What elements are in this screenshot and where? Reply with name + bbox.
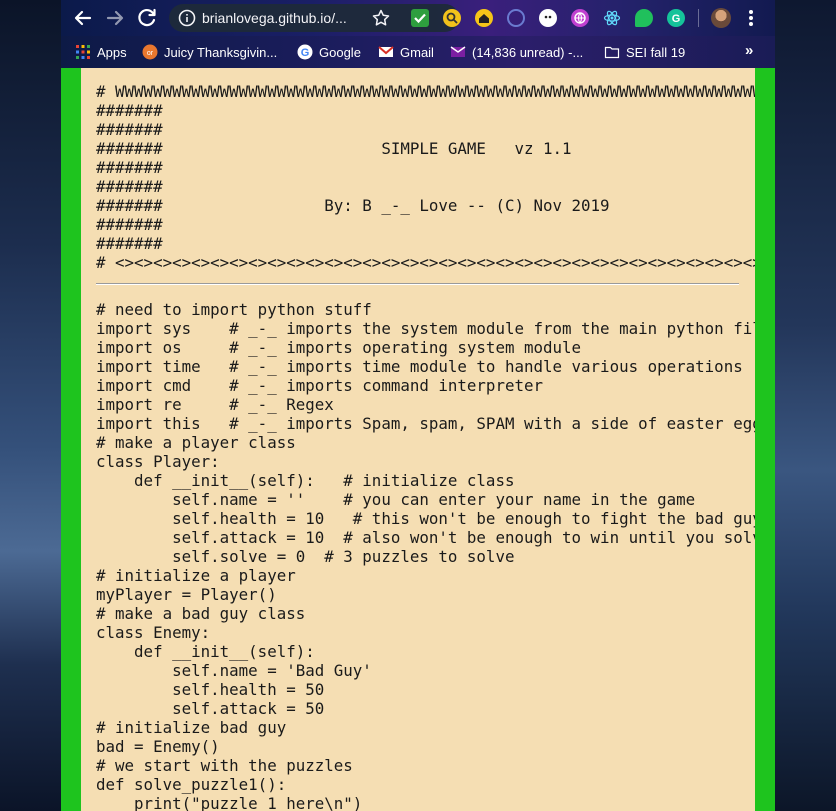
banner-line: ####### <box>96 215 163 234</box>
code-line: # need to import python stuff <box>96 300 372 319</box>
magnifier-extension-icon[interactable] <box>443 9 461 27</box>
ghost-extension-icon[interactable] <box>539 9 557 27</box>
horizontal-divider <box>96 283 739 285</box>
forward-arrow-icon <box>106 10 124 26</box>
profile-avatar-icon[interactable] <box>711 8 731 28</box>
yahoo-mail-icon <box>450 46 466 57</box>
site-info-icon[interactable] <box>177 8 197 28</box>
folder-icon <box>604 46 620 59</box>
code-line: def __init__(self): # initialize class <box>96 471 515 490</box>
desktop-wallpaper-right <box>775 0 836 811</box>
gmail-icon <box>378 46 394 57</box>
code-line: # initialize a player <box>96 566 296 585</box>
back-arrow-icon <box>74 10 92 26</box>
bookmark-folder-sei-fall-19[interactable]: SEI fall 19 <box>604 42 685 62</box>
bookmark-label: Juicy Thanksgivin... <box>164 44 278 60</box>
banner-line: ####### <box>96 177 163 196</box>
bookmark-label: Gmail <box>400 44 434 60</box>
bookmark-label: Apps <box>97 44 127 60</box>
code-line: import cmd # _-_ imports command interpr… <box>96 376 543 395</box>
code-line: self.solve = 0 # 3 puzzles to solve <box>96 547 515 566</box>
svg-text:G: G <box>672 13 681 25</box>
code-line: class Player: <box>96 452 220 471</box>
bookmark-label: (14,836 unread) -... <box>472 44 584 60</box>
web-extension-icon[interactable] <box>571 9 589 27</box>
browser-menu-icon[interactable] <box>745 7 757 29</box>
reload-button[interactable] <box>135 6 159 30</box>
code-line: import time # _-_ imports time module to… <box>96 357 755 376</box>
google-icon: G <box>297 44 313 60</box>
bookmark-star-icon[interactable] <box>371 8 391 28</box>
bookmarks-overflow-chevron-icon[interactable]: » <box>745 42 753 59</box>
code-line: # we start with the puzzles <box>96 756 353 775</box>
bookmark-yahoo-mail[interactable]: (14,836 unread) -... <box>450 42 583 62</box>
browser-toolbar: brianlovega.github.io/... G <box>61 0 775 36</box>
banner-line: ####### <box>96 158 163 177</box>
bookmark-apps[interactable]: Apps <box>75 42 127 62</box>
code-panel: # WWWWWWWWWWWWWWWWWWWWWWWWWWWWWWWWWWWWWW… <box>81 68 755 811</box>
forward-button[interactable] <box>103 6 127 30</box>
bookmarks-bar: Apps or Juicy Thanksgivin... G Google Gm… <box>61 36 775 68</box>
code-line: # make a bad guy class <box>96 604 306 623</box>
home-extension-icon[interactable] <box>475 9 493 27</box>
source-code: # need to import python stuff import sys… <box>96 300 755 811</box>
code-line: print("puzzle 1 here\n") <box>96 794 363 811</box>
banner-line: ####### <box>96 101 163 120</box>
bookmark-label: Google <box>319 44 361 60</box>
banner-line: ####### By: B _-_ Love -- (C) Nov 2019 <box>96 196 610 215</box>
code-line: self.name = '' # you can enter your name… <box>96 490 696 509</box>
apps-grid-icon <box>76 45 90 59</box>
back-button[interactable] <box>71 6 95 30</box>
checkmark-extension-icon[interactable] <box>411 9 429 27</box>
code-line: self.name = 'Bad Guy' <box>96 661 372 680</box>
code-line: import sys # _-_ imports the system modu… <box>96 319 755 338</box>
orange-circle-icon: or <box>142 44 158 60</box>
code-line: self.health = 50 <box>96 680 325 699</box>
code-line: # initialize bad guy <box>96 718 287 737</box>
code-line: myPlayer = Player() <box>96 585 277 604</box>
code-line: # make a player class <box>96 433 296 452</box>
bookmark-juicy-thanksgiving[interactable]: or Juicy Thanksgivin... <box>142 42 277 62</box>
github-extension-icon[interactable] <box>507 9 525 27</box>
code-line: import re # _-_ Regex <box>96 395 334 414</box>
code-line: self.health = 10 # this won't be enough … <box>96 509 755 528</box>
banner-line: ####### <box>96 120 163 139</box>
reload-icon <box>138 8 156 27</box>
title-banner: # WWWWWWWWWWWWWWWWWWWWWWWWWWWWWWWWWWWWWW… <box>96 82 755 272</box>
web-page: # WWWWWWWWWWWWWWWWWWWWWWWWWWWWWWWWWWWWWW… <box>61 68 775 811</box>
code-line: class Enemy: <box>96 623 211 642</box>
code-line: import os # _-_ imports operating system… <box>96 338 582 357</box>
code-line: import this # _-_ imports Spam, spam, SP… <box>96 414 755 433</box>
banner-line: ####### SIMPLE GAME vz 1.1 <box>96 139 572 158</box>
code-line: bad = Enemy() <box>96 737 220 756</box>
bookmark-gmail[interactable]: Gmail <box>378 42 434 62</box>
react-devtools-icon[interactable] <box>603 9 621 27</box>
url-text: brianlovega.github.io/... <box>202 10 347 26</box>
code-line: def solve_puzzle1(): <box>96 775 287 794</box>
toolbar-separator <box>698 9 699 27</box>
code-line: self.attack = 50 <box>96 699 325 718</box>
bookmark-google[interactable]: G Google <box>297 42 361 62</box>
evernote-icon[interactable] <box>635 9 653 27</box>
banner-line: # WWWWWWWWWWWWWWWWWWWWWWWWWWWWWWWWWWWWWW… <box>96 82 755 101</box>
svg-text:or: or <box>147 50 154 57</box>
svg-text:G: G <box>301 47 310 59</box>
bookmark-label: SEI fall 19 <box>626 44 686 60</box>
desktop-wallpaper-left <box>0 0 61 811</box>
browser-window: brianlovega.github.io/... G Apps or Juic… <box>61 0 775 811</box>
code-line: def __init__(self): <box>96 642 315 661</box>
grammarly-icon[interactable]: G <box>667 9 685 27</box>
code-line: self.attack = 10 # also won't be enough … <box>96 528 755 547</box>
banner-line: ####### <box>96 234 163 253</box>
banner-line: # <><><><><><><><><><><><><><><><><><><>… <box>96 253 755 272</box>
